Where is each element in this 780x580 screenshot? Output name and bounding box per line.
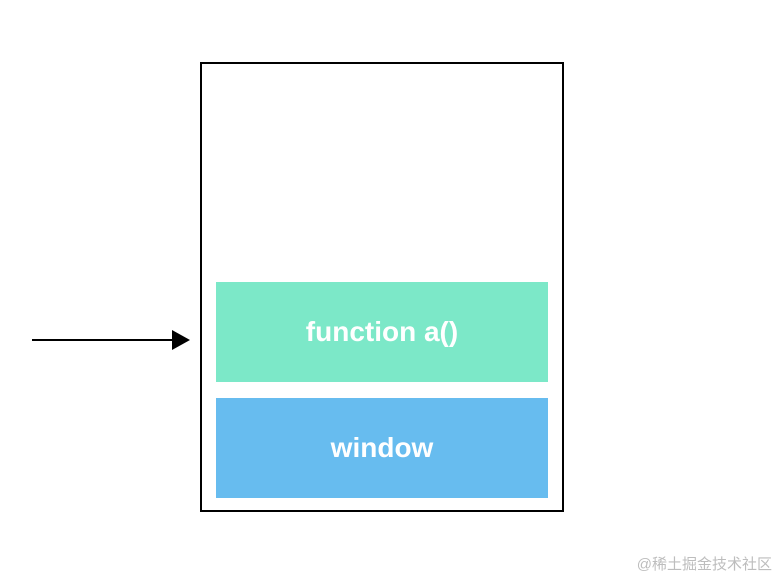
arrow-head-icon [172,330,190,350]
stack-frame-label: window [331,432,434,464]
stack-frame-window: window [216,398,548,498]
arrow-line [32,339,174,341]
watermark-text: @稀土掘金技术社区 [637,553,772,574]
call-stack-container: function a() window [200,62,564,512]
pointer-arrow [32,330,190,350]
stack-frame-function-a: function a() [216,282,548,382]
stack-frame-label: function a() [306,316,458,348]
